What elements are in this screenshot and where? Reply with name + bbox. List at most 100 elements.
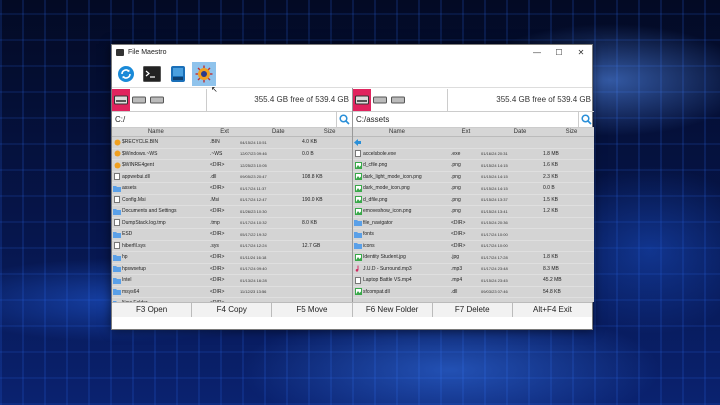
file-row[interactable]: file_navigator <DIR> 01/15/24 20:36: [353, 218, 594, 229]
open-button[interactable]: F3 Open: [112, 303, 193, 317]
left-drive-c-button[interactable]: [112, 88, 130, 111]
file-ext: .mp4: [451, 277, 463, 284]
file-row[interactable]: appwebui.dll .dll 09/05/23 20:47 108.8 KB: [112, 172, 352, 183]
file-row[interactable]: $WINRE4gent <DIR> 12/25/23 10:05: [112, 160, 352, 172]
close-button[interactable]: ✕: [570, 48, 592, 57]
file-date: 01/17/24 11:37: [240, 185, 267, 191]
file-row[interactable]: hp <DIR> 01/11/24 16:18: [112, 252, 352, 264]
folder-icon: [112, 231, 122, 238]
right-search-button[interactable]: [578, 111, 594, 128]
left-col-date[interactable]: Date: [249, 128, 307, 136]
file-row[interactable]: ESD <DIR> 05/17/22 19:32: [112, 229, 352, 241]
file-name: hpswsetup: [122, 265, 146, 272]
file-row[interactable]: d_cfile.png .png 01/15/24 14:15 1.6 KB: [353, 160, 594, 172]
file-row[interactable]: Laptop Battle VS.mp4 .mp4 01/15/24 23:45 45…: [353, 275, 594, 287]
file-row[interactable]: icons <DIR> 01/17/24 10:00: [353, 241, 594, 252]
file-row[interactable]: hiberfil.sys .sys 01/17/24 12:24 12.7 GB: [112, 241, 352, 252]
file-ext: .dll: [451, 288, 458, 295]
left-search-button[interactable]: [336, 111, 352, 128]
settings-button[interactable]: [192, 61, 216, 86]
file-name: dark_mode_icon.png: [363, 185, 410, 192]
right-drive-bar: 355.4 GB free of 539.4 GB: [353, 88, 594, 112]
file-row[interactable]: fonts <DIR> 01/17/24 10:00: [353, 229, 594, 241]
file-date: 05/17/22 19:32: [240, 231, 267, 237]
image-file-icon: [353, 207, 363, 215]
file-date: 12/25/23 10:05: [240, 162, 267, 168]
left-column-headers: Name Ext Date Size: [112, 128, 352, 137]
drive-icon: [132, 96, 146, 103]
file-row[interactable]: Identity Student.jpg .jpg 01/17/24 17:28 1.…: [353, 252, 594, 264]
file-row[interactable]: $RECYCLE.BIN .BIN 04/15/24 10:51 4.0 KB: [112, 137, 352, 149]
right-drive-3-button[interactable]: [389, 89, 407, 111]
right-path-input[interactable]: [353, 115, 578, 124]
hard-drive-icon: [114, 95, 128, 104]
file-ext: <DIR>: [210, 254, 225, 261]
right-col-date[interactable]: Date: [491, 128, 549, 136]
file-name: J.U.D - Surround.mp3: [363, 265, 412, 272]
file-date: 01/17/24 12:25: [240, 301, 298, 302]
maximize-button[interactable]: ☐: [548, 48, 570, 57]
file-ext: <DIR>: [210, 162, 225, 169]
right-drive-2-button[interactable]: [371, 89, 389, 111]
file-row[interactable]: emoveshow_icon.png .png 01/15/24 13:41 1.2 …: [353, 206, 594, 218]
file-row[interactable]: dark_mode_icon.png .png 01/15/24 14:15 0.0 …: [353, 183, 594, 195]
left-drive-2-button[interactable]: [130, 89, 148, 111]
file-name: $RECYCLE.BIN: [122, 139, 159, 146]
folder-icon: [112, 288, 122, 296]
copy-button[interactable]: F4 Copy: [192, 303, 273, 317]
file-row[interactable]: $Windows.~WS .~WS 12/07/23 09:46 0.0 B: [112, 149, 352, 160]
right-col-size[interactable]: Size: [549, 128, 594, 136]
file-row[interactable]: New Folder<DIR>01/17/24 12:25: [112, 298, 352, 302]
left-col-name[interactable]: Name: [112, 128, 200, 136]
file-date: 01/16/24 20:31: [481, 151, 508, 157]
delete-button[interactable]: F7 Delete: [433, 303, 513, 317]
file-ext: <DIR>: [210, 265, 225, 272]
right-col-ext[interactable]: Ext: [441, 128, 491, 136]
right-column-headers: Name Ext Date Size: [353, 128, 594, 137]
new-folder-button[interactable]: F6 New Folder: [353, 303, 433, 317]
right-drive-c-button[interactable]: [353, 88, 371, 111]
system-file-icon: [112, 162, 122, 169]
left-col-size[interactable]: Size: [307, 128, 352, 136]
folder-icon: [353, 219, 363, 227]
file-row[interactable]: accelsbole.exe .exe 01/16/24 20:31 1.8 MB: [353, 149, 594, 160]
file-row[interactable]: J.U.D - Surround.mp3 .mp3 01/17/24 23:48 8.…: [353, 264, 594, 275]
file-date: 01/15/24 14:15: [481, 162, 508, 168]
disk-icon: [171, 65, 185, 82]
file-row[interactable]: dark_light_mode_icon.png .png 01/15/24 14:…: [353, 172, 594, 183]
file-date: 01/15/24 14:15: [481, 185, 508, 191]
hard-drive-icon: [355, 95, 369, 104]
file-row[interactable]: Intel <DIR> 01/13/24 16:28: [112, 275, 352, 287]
file-row[interactable]: sfcompat.dll .dll 09/03/23 07:46 54.8 KB: [353, 287, 594, 298]
file-row[interactable]: Config.Msi .Msi 01/17/24 12:47 190.0 KB: [112, 195, 352, 206]
refresh-icon: [118, 65, 134, 82]
disk-button[interactable]: [166, 62, 190, 86]
file-name: dark_light_mode_icon.png: [363, 173, 422, 180]
file-name: fonts: [363, 231, 374, 238]
file-icon: [112, 196, 122, 204]
terminal-button[interactable]: [140, 62, 164, 86]
refresh-button[interactable]: [114, 62, 138, 86]
file-size: 108.8 KB: [302, 173, 323, 180]
file-row[interactable]: hpswsetup <DIR> 01/17/24 09:40: [112, 264, 352, 275]
left-path-input[interactable]: [112, 115, 336, 124]
parent-directory-row[interactable]: [353, 137, 594, 149]
move-button[interactable]: F5 Move: [272, 303, 353, 317]
file-row[interactable]: msys64 <DIR> 11/12/23 13:56: [112, 287, 352, 298]
file-row[interactable]: d_dfile.png .png 01/15/24 13:37 1.5 KB: [353, 195, 594, 206]
file-row[interactable]: Documents and Settings <DIR> 01/26/23 10:3…: [112, 206, 352, 218]
minimize-button[interactable]: —: [526, 48, 548, 57]
file-date: 01/15/24 23:45: [481, 277, 508, 283]
file-date: 01/17/24 10:32: [240, 220, 267, 226]
folder-icon: [112, 265, 122, 273]
file-row[interactable]: assets <DIR> 01/17/24 11:37: [112, 183, 352, 195]
left-drive-3-button[interactable]: [148, 89, 166, 111]
music-file-icon: [353, 265, 363, 272]
folder-icon: [112, 300, 122, 302]
file-row[interactable]: DumpStack.log.tmp .tmp 01/17/24 10:32 8.0 K…: [112, 218, 352, 229]
window-title: File Maestro: [128, 49, 167, 56]
exit-button[interactable]: Alt+F4 Exit: [513, 303, 592, 317]
left-col-ext[interactable]: Ext: [200, 128, 250, 136]
right-col-name[interactable]: Name: [353, 128, 441, 136]
file-name: Config.Msi: [122, 196, 146, 203]
